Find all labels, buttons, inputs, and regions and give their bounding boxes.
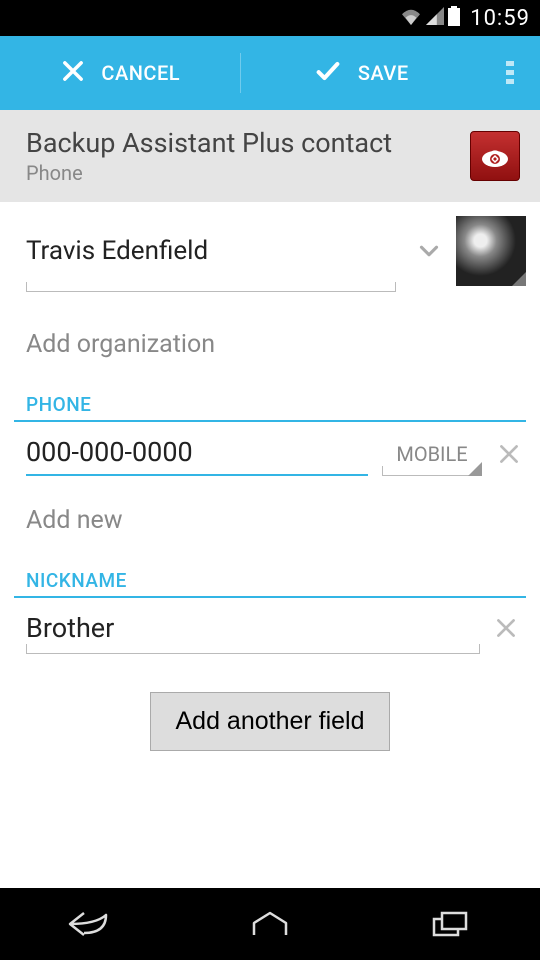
nav-recent-button[interactable] (420, 904, 480, 944)
overflow-icon (506, 59, 514, 87)
chevron-down-icon (414, 236, 444, 266)
save-label: SAVE (358, 61, 409, 85)
account-source-icon (470, 131, 520, 181)
spinner-underline (382, 466, 482, 476)
add-organization-button[interactable]: Add organization (26, 330, 526, 359)
name-input[interactable] (26, 228, 360, 274)
account-header: Backup Assistant Plus contact Phone (0, 110, 540, 202)
battery-icon (448, 6, 460, 30)
name-row (14, 216, 526, 286)
home-icon (248, 909, 292, 939)
cancel-button[interactable]: CANCEL (0, 36, 240, 110)
close-icon (496, 441, 522, 467)
account-subtitle: Phone (26, 161, 470, 185)
photo-edit-corner (512, 272, 526, 286)
section-divider (14, 420, 526, 422)
section-divider (14, 596, 526, 598)
navigation-bar (0, 888, 540, 960)
phone-row: MOBILE (14, 430, 526, 476)
nav-home-button[interactable] (240, 904, 300, 944)
content-area: Add organization PHONE MOBILE Add new NI… (0, 202, 540, 751)
recent-apps-icon (430, 909, 470, 939)
nickname-section-label: NICKNAME (26, 569, 526, 592)
cancel-label: CANCEL (101, 61, 180, 85)
phone-type-label: MOBILE (396, 442, 467, 466)
expand-name-button[interactable] (414, 236, 444, 266)
add-new-phone-button[interactable]: Add new (26, 506, 526, 535)
input-underline (26, 644, 480, 654)
add-another-field-button[interactable]: Add another field (150, 692, 389, 751)
wifi-icon (400, 7, 422, 29)
phone-section-label: PHONE (26, 393, 526, 416)
contact-photo[interactable] (456, 216, 526, 286)
overflow-menu-button[interactable] (480, 36, 540, 110)
status-bar: 10:59 (0, 0, 540, 36)
input-underline (26, 282, 396, 292)
back-icon (66, 909, 114, 939)
phone-type-spinner[interactable]: MOBILE (382, 436, 482, 476)
status-time: 10:59 (470, 6, 530, 31)
action-bar: CANCEL SAVE (0, 36, 540, 110)
account-title: Backup Assistant Plus contact (26, 127, 470, 159)
remove-nickname-button[interactable] (490, 612, 522, 644)
check-icon (312, 57, 344, 89)
spinner-corner-icon (468, 462, 482, 476)
nickname-row (14, 606, 526, 650)
close-icon (59, 57, 87, 89)
close-icon (493, 615, 519, 641)
remove-phone-button[interactable] (496, 438, 522, 470)
signal-icon (426, 7, 444, 29)
phone-input[interactable] (26, 430, 368, 476)
save-button[interactable]: SAVE (241, 36, 481, 110)
nav-back-button[interactable] (60, 904, 120, 944)
